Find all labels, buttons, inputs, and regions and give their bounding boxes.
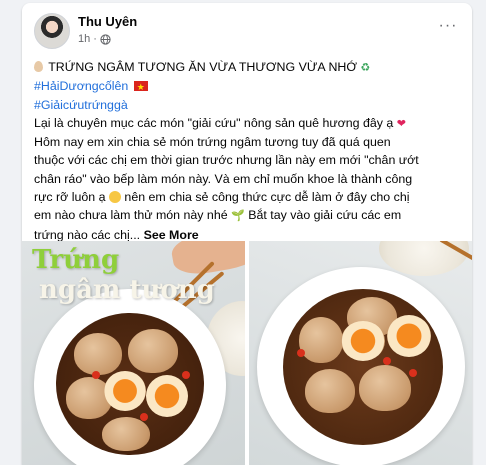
post-headline: TRỨNG NGÂM TƯƠNG ĂN VỪA THƯƠNG VỪA NHỚ ♻ — [34, 58, 462, 77]
photo-title: Trứng — [32, 245, 120, 275]
hashtag-link[interactable]: #Giảicứutrứnggà — [34, 98, 128, 112]
hashtag-link[interactable]: #HảiDươngcốlên — [34, 79, 128, 93]
halved-egg-image — [341, 321, 385, 361]
post-card: Thu Uyên 1h · ··· TRỨNG NGÂM TƯƠNG ĂN VỪ… — [22, 3, 472, 465]
laughing-emoji — [108, 191, 121, 204]
photo-right[interactable] — [249, 241, 472, 465]
egg-image — [305, 369, 355, 413]
photo-left[interactable]: Trứng ngâm tương — [22, 241, 245, 465]
hand-image — [169, 241, 245, 279]
halved-egg-image — [104, 371, 146, 411]
post-time[interactable]: 1h — [78, 33, 90, 45]
egg-image — [128, 329, 178, 373]
more-options-icon[interactable]: ··· — [436, 18, 460, 39]
chili-image — [92, 371, 100, 379]
halved-egg-image — [387, 315, 431, 357]
egg-image — [299, 317, 343, 363]
author-avatar[interactable] — [34, 13, 70, 49]
see-more-link[interactable]: See More — [144, 228, 199, 242]
halved-egg-image — [146, 375, 188, 417]
seedling-emoji: 🌱 — [231, 210, 245, 223]
chili-image — [409, 369, 417, 377]
chili-image — [182, 371, 190, 379]
post-meta: 1h · — [78, 33, 111, 45]
egg-image — [102, 417, 150, 451]
author-name[interactable]: Thu Uyên — [78, 14, 137, 29]
globe-icon — [100, 33, 111, 45]
chili-image — [297, 349, 305, 357]
post-header: Thu Uyên 1h · ··· — [34, 13, 460, 49]
chili-image — [383, 357, 391, 365]
vietnam-flag-emoji — [133, 78, 148, 97]
photo-subtitle: ngâm tương — [39, 275, 215, 305]
red-heart-emoji: ❤ — [396, 117, 406, 130]
photo-grid: Trứng ngâm tương — [22, 241, 472, 465]
egg-emoji — [34, 61, 43, 72]
recycle-emoji: ♻ — [360, 62, 371, 74]
chili-image — [140, 413, 148, 421]
post-text: TRỨNG NGÂM TƯƠNG ĂN VỪA THƯƠNG VỪA NHỚ ♻… — [34, 58, 462, 244]
egg-image — [74, 333, 122, 375]
egg-image — [359, 365, 411, 411]
